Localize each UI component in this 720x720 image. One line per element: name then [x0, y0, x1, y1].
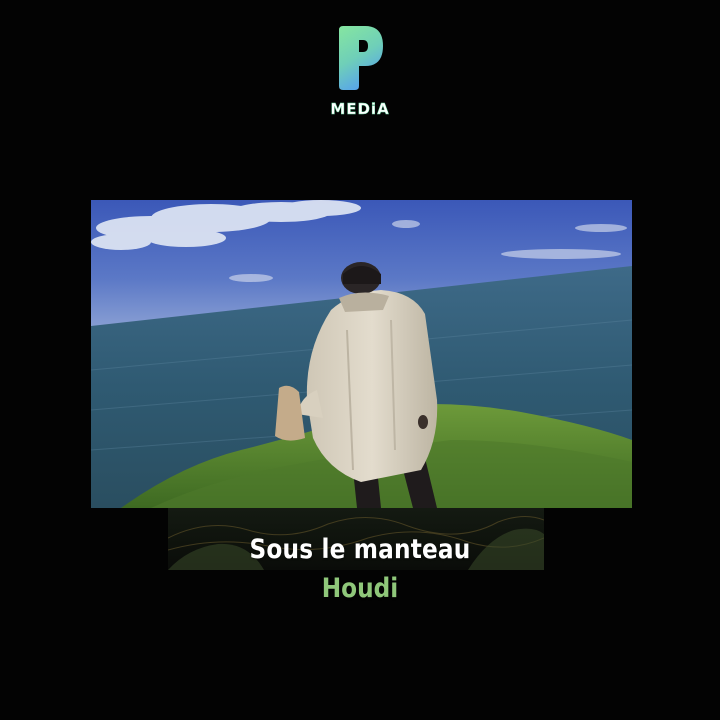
artist-name: Houdi [321, 573, 399, 604]
post-canvas: MEDiA Sous le manteau Houdi [0, 0, 720, 720]
person-in-coat-on-cliff-image [91, 200, 632, 508]
brand-wordmark: MEDiA [330, 100, 390, 118]
video-frame[interactable] [91, 200, 632, 508]
song-title: Sous le manteau [249, 534, 471, 565]
p-letter-logo-icon [335, 24, 385, 92]
